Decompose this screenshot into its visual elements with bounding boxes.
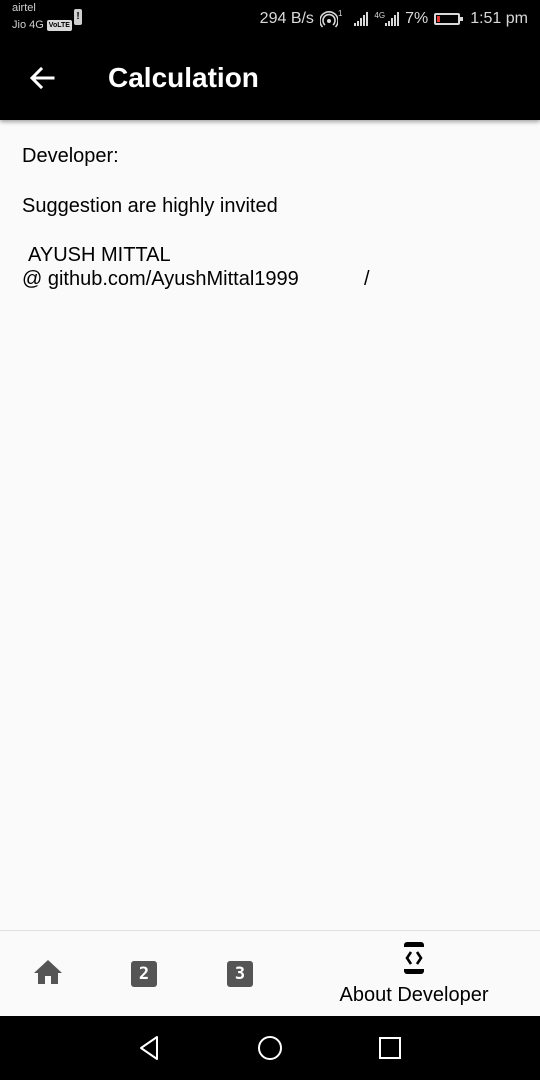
system-navigation-bar [0, 1016, 540, 1080]
square-recents-icon [375, 1037, 405, 1067]
status-bar: airtel Jio 4G VoLTE ! 294 B/s 1 4G 7% 1:… [0, 0, 540, 40]
system-home-button[interactable] [255, 1033, 285, 1063]
signal-4g-icon: 4G [374, 11, 400, 26]
battery-icon [434, 13, 464, 25]
nav-about-developer[interactable]: About Developer [320, 931, 508, 1017]
trailing-slash: / [364, 268, 370, 290]
arrow-left-icon [29, 66, 55, 95]
sim-alert-icon: ! [74, 9, 82, 25]
nav-item-2[interactable]: 2 [116, 931, 172, 1017]
suggestion-text: Suggestion are highly invited [22, 195, 278, 217]
clock: 1:51 pm [470, 10, 528, 27]
carrier-name-2: Jio 4G VoLTE [12, 19, 72, 31]
back-button[interactable] [20, 58, 64, 102]
carrier-2-label: Jio 4G [12, 19, 44, 31]
github-link[interactable]: @ github.com/AyushMittal1999 [22, 268, 299, 291]
hotspot-count: 1 [337, 9, 343, 18]
circle-home-icon [255, 1036, 285, 1067]
developer-label: Developer: [22, 145, 119, 167]
net-speed: 294 B/s [259, 10, 314, 27]
numbered-box-icon: 3 [227, 961, 253, 987]
app-bar: Calculation [0, 40, 540, 120]
system-recents-button[interactable] [375, 1033, 405, 1063]
page-title: Calculation [108, 62, 259, 93]
network-type: 4G [374, 11, 386, 20]
triangle-back-icon [135, 1036, 165, 1067]
signal-strength-icon [354, 12, 369, 26]
developer-name: AYUSH MITTAL [28, 244, 171, 266]
nav-item-3[interactable]: 3 [212, 931, 268, 1017]
nav-home[interactable] [20, 931, 76, 1017]
status-indicators: 294 B/s 1 4G 7% 1:51 pm [260, 8, 528, 30]
battery-percent: 7% [405, 10, 429, 27]
system-back-button[interactable] [135, 1033, 165, 1063]
volte-badge: VoLTE [46, 19, 72, 31]
bottom-navigation: 2 3 About Developer [0, 930, 540, 1017]
numbered-box-icon: 2 [131, 961, 157, 987]
nav-about-label: About Developer [339, 984, 489, 1006]
carrier-name-1: airtel [12, 2, 36, 14]
hotspot-icon: 1 [319, 9, 343, 28]
developer-mode-icon [401, 941, 427, 980]
home-icon [33, 959, 63, 990]
